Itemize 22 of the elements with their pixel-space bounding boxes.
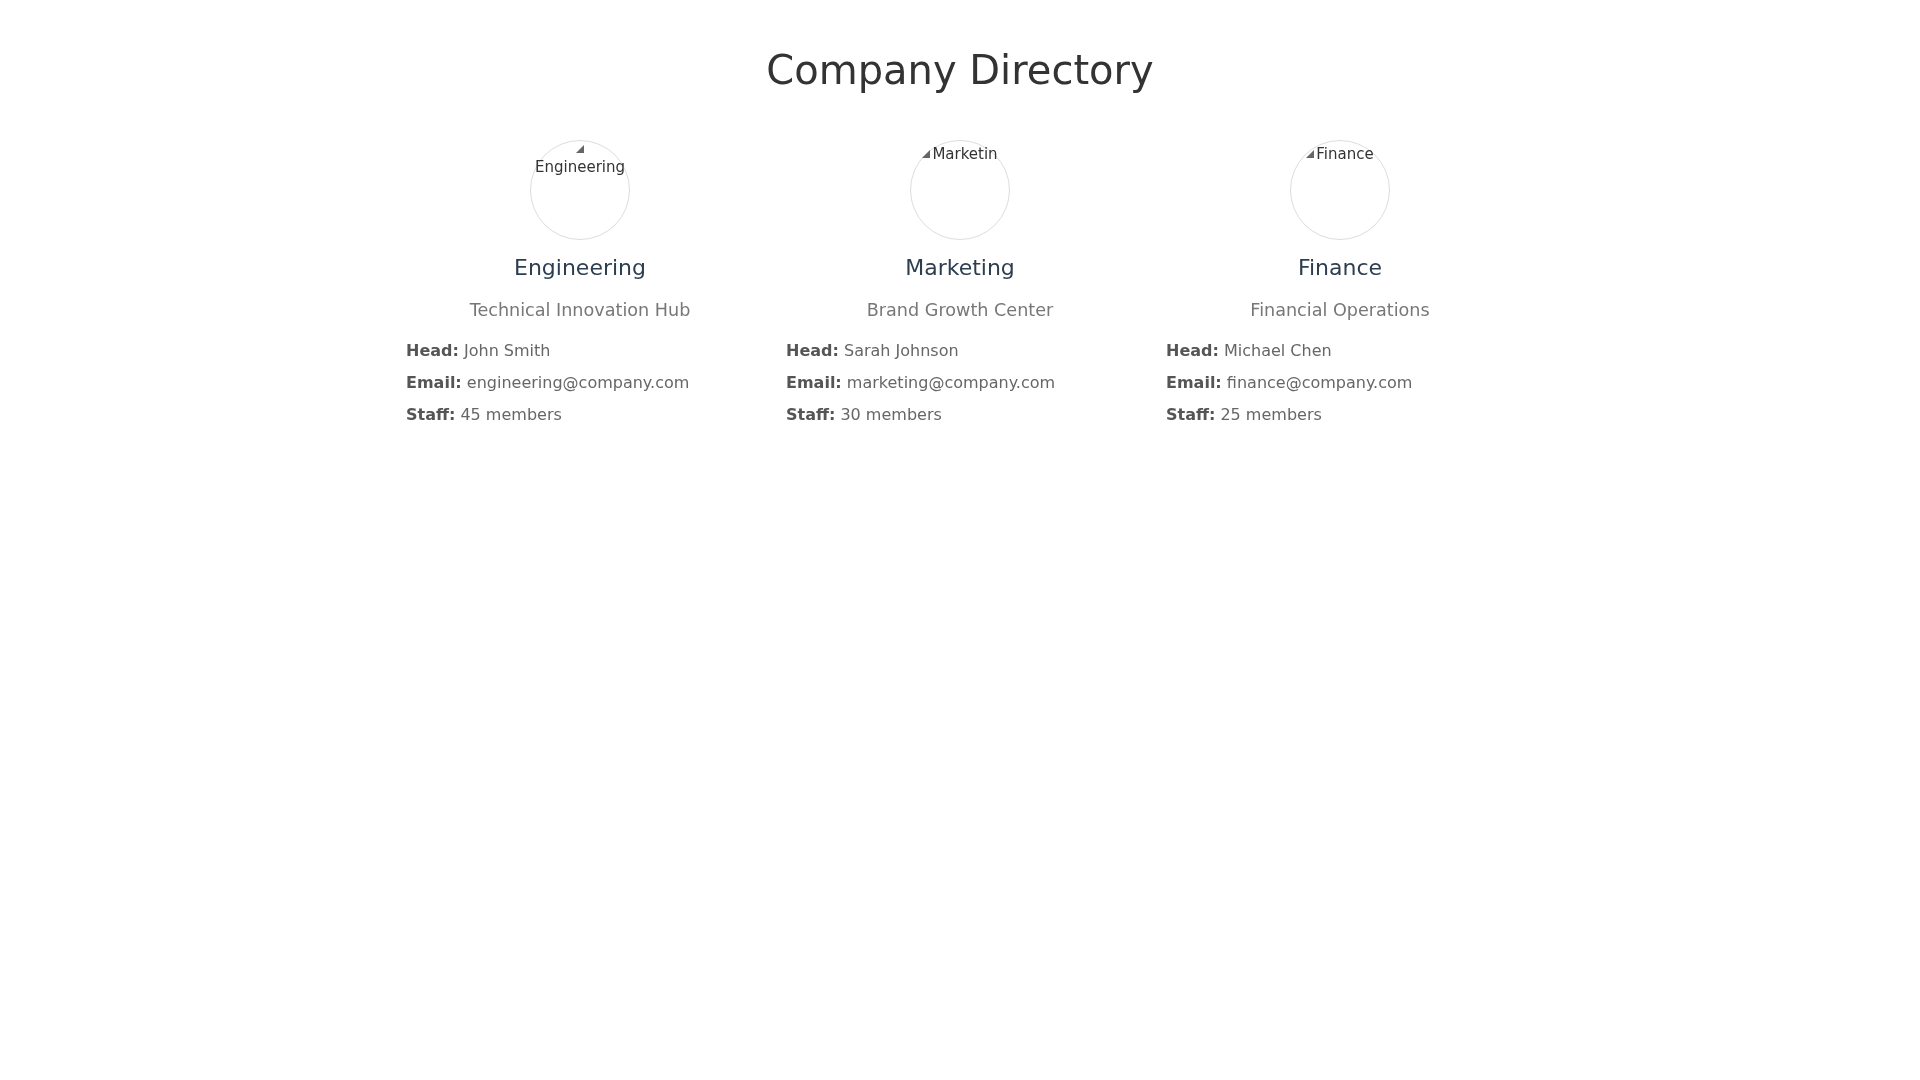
page-title: Company Directory (766, 46, 1154, 94)
department-tagline: Financial Operations (1250, 299, 1430, 322)
department-name: Finance (1297, 254, 1383, 282)
department-tagline: Technical Innovation Hub (469, 299, 691, 322)
broken-image-icon (1306, 150, 1315, 158)
detail-text: Email: marketing@company.com (786, 372, 1056, 394)
detail-text: Staff: 30 members (786, 404, 942, 426)
detail-text: Email: engineering@company.com (406, 372, 690, 394)
department-name: Marketing (905, 254, 1015, 282)
detail-text: Head: Sarah Johnson (786, 340, 959, 362)
broken-image-icon (576, 145, 584, 153)
detail-text: Email: finance@company.com (1166, 372, 1413, 394)
image-alt-text: Finance (1316, 145, 1374, 163)
detail-text: Staff: 25 members (1166, 404, 1322, 426)
department-tagline: Brand Growth Center (866, 299, 1054, 322)
detail-text: Head: John Smith (406, 340, 551, 362)
image-alt-text: Marketin (932, 145, 998, 163)
department-name: Engineering (514, 254, 646, 282)
image-alt-text: Engineering (535, 158, 625, 176)
detail-text: Staff: 45 members (406, 404, 562, 426)
broken-image-icon (922, 150, 931, 158)
detail-text: Head: Michael Chen (1166, 340, 1332, 362)
